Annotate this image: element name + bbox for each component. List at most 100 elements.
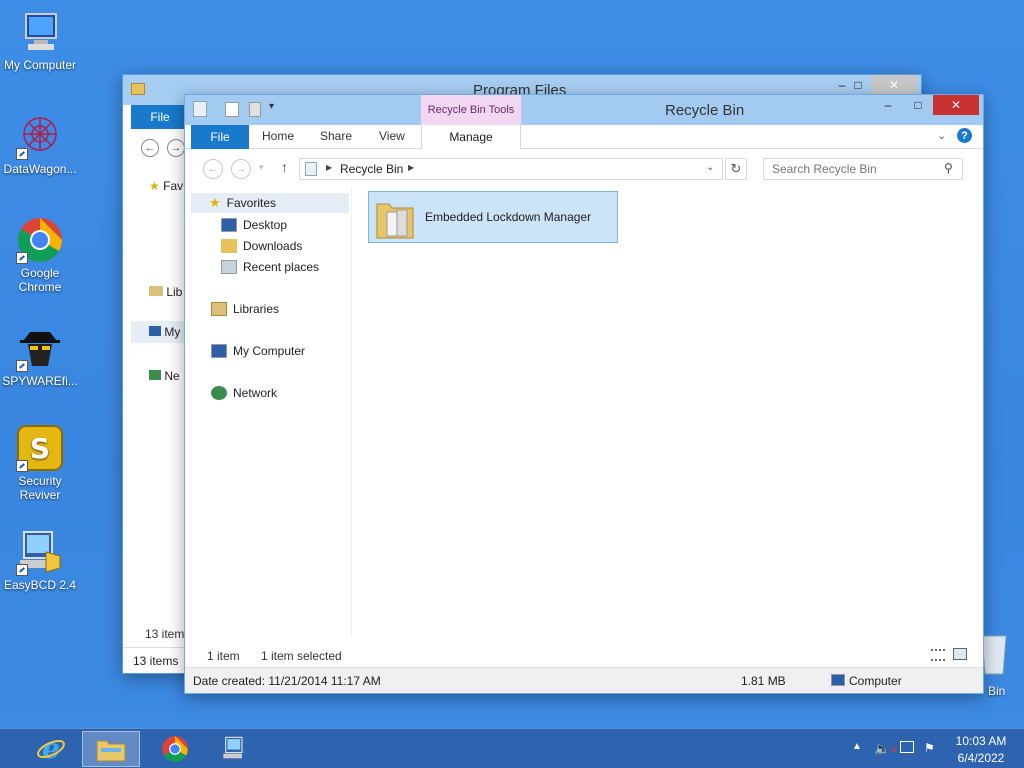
breadcrumb-recycle-bin[interactable]: Recycle Bin [340,162,403,176]
desktop-icon-google-chrome[interactable]: Google Chrome [0,216,80,294]
up-button[interactable]: ↑ [281,159,288,175]
search-box[interactable]: ⚲ [763,158,963,180]
internet-explorer-icon: e [37,734,65,764]
tab-view[interactable]: View [379,129,405,143]
close-button[interactable]: ✕ [933,95,979,115]
security-reviver-icon: S [16,424,64,472]
window-title: Recycle Bin [665,102,745,119]
desktop-icon-my-computer[interactable]: My Computer [0,8,80,72]
shortcut-arrow-icon [16,360,28,372]
file-tab[interactable]: File [191,125,249,149]
network-item[interactable]: Ne [149,369,180,383]
forward-button[interactable]: → [231,159,251,179]
shortcut-arrow-icon [16,564,28,576]
file-list: Embedded Lockdown Manager [351,187,975,637]
easybcd-icon [16,528,64,576]
easybcd-icon [223,736,243,759]
date-created: Date created: 11/21/2014 11:17 AM [193,674,381,688]
folder-icon [376,203,414,239]
refresh-button[interactable]: ↻ [725,158,747,180]
nav-favorites[interactable]: ★ Favorites [191,193,349,213]
nav-downloads[interactable]: Downloads [221,236,302,256]
maximize-button[interactable]: □ [903,95,933,115]
computer-location-icon [831,674,845,686]
file-tab[interactable]: File [131,105,189,129]
tab-share[interactable]: Share [320,129,352,143]
close-button[interactable]: ✕ [871,75,917,95]
desktop-icon [221,218,237,232]
maximize-button[interactable]: □ [843,75,873,95]
nav-libraries[interactable]: Libraries [211,299,279,319]
back-button[interactable]: ← [141,139,159,157]
nav-recent-places[interactable]: Recent places [221,257,319,277]
libraries-item[interactable]: Lib [149,285,182,299]
breadcrumb-separator-icon[interactable]: ▶ [326,163,332,172]
details-view-icon[interactable] [931,649,945,661]
desktop-icon-label: Security Reviver [18,474,62,502]
breadcrumb-separator-icon[interactable]: ▶ [408,163,414,172]
search-icon[interactable]: ⚲ [944,161,953,175]
recycle-bin-window[interactable]: ▾ Recycle Bin Tools Recycle Bin – □ ✕ Fi… [184,94,984,694]
title-bar[interactable]: ▾ Recycle Bin Tools Recycle Bin – □ ✕ [185,95,983,149]
library-icon [149,286,163,296]
libraries-icon [211,302,227,316]
chrome-icon [16,216,64,264]
my-computer-item[interactable]: My [131,321,191,343]
status-bar: 1 item 1 item selected [191,643,977,667]
clock-date[interactable]: 6/4/2022 [948,751,1014,765]
desktop-icon-label: My Computer [3,58,77,72]
address-bar[interactable]: ▶ Recycle Bin ▶ ⌄ [299,158,723,180]
network-icon [211,386,227,400]
file-name: Embedded Lockdown Manager [425,210,592,224]
recent-locations-dropdown[interactable]: ▾ [259,162,264,173]
location-label: Computer [849,674,902,688]
favorites-item[interactable]: ★ Fav [149,179,183,193]
properties-icon[interactable] [225,102,239,117]
desktop-icon-spywarefighter[interactable]: SPYWAREfi... [0,324,80,388]
help-icon[interactable]: ? [957,128,972,143]
action-center-flag-icon[interactable]: ⚑ [924,741,935,755]
recycle-bin-small-icon[interactable] [193,101,207,117]
details-bar: Date created: 11/21/2014 11:17 AM 1.81 M… [185,667,983,693]
taskbar-internet-explorer[interactable]: e [22,731,80,767]
large-icons-view-icon[interactable] [953,648,967,660]
address-dropdown[interactable]: ⌄ [706,162,714,173]
svg-text:e: e [42,734,60,764]
desktop-icon-easybcd[interactable]: EasyBCD 2.4 [0,528,80,592]
shortcut-arrow-icon [16,460,28,472]
star-icon: ★ [149,179,160,193]
tab-manage[interactable]: Manage [421,125,521,149]
volume-muted-icon[interactable]: 🔈✕ [874,741,898,757]
nav-my-computer[interactable]: My Computer [211,341,305,361]
recent-places-icon [221,260,237,274]
customize-toolbar-dropdown[interactable]: ▾ [269,101,274,112]
recycle-bin-label: Bin [988,684,1006,698]
taskbar: e ▲ 🔈✕ ⚑ 10:03 AM 6/4/2022 [0,728,1024,768]
taskbar-file-explorer[interactable] [82,731,140,767]
spy-icon [16,324,64,372]
search-input[interactable] [772,162,932,176]
file-item[interactable]: Embedded Lockdown Manager [368,191,618,243]
desktop-icon-label: Google Chrome [18,266,62,294]
desktop-icon-security-reviver[interactable]: S Security Reviver [0,424,80,502]
minimize-button[interactable]: – [873,95,903,115]
ribbon-expand-chevron-icon[interactable]: ⌄ [937,129,946,142]
shortcut-arrow-icon [16,148,28,160]
tab-home[interactable]: Home [262,129,294,143]
desktop-icon-label: DataWagon... [3,162,77,176]
new-folder-icon[interactable] [249,102,261,117]
shortcut-arrow-icon [16,252,28,264]
back-button[interactable]: ← [203,159,223,179]
desktop-icon-label: EasyBCD 2.4 [3,578,77,592]
datawagon-icon [16,112,64,160]
nav-network[interactable]: Network [211,383,277,403]
clock-time[interactable]: 10:03 AM [948,734,1014,748]
desktop-icon-datawagon[interactable]: DataWagon... [0,112,80,176]
nav-desktop[interactable]: Desktop [221,215,287,235]
show-hidden-icons-chevron-icon[interactable]: ▲ [852,741,862,752]
item-count: 13 item [145,627,185,641]
network-status-icon[interactable] [900,741,914,753]
taskbar-easybcd[interactable] [206,731,264,767]
forward-button[interactable]: → [167,139,185,157]
taskbar-google-chrome[interactable] [146,731,204,767]
